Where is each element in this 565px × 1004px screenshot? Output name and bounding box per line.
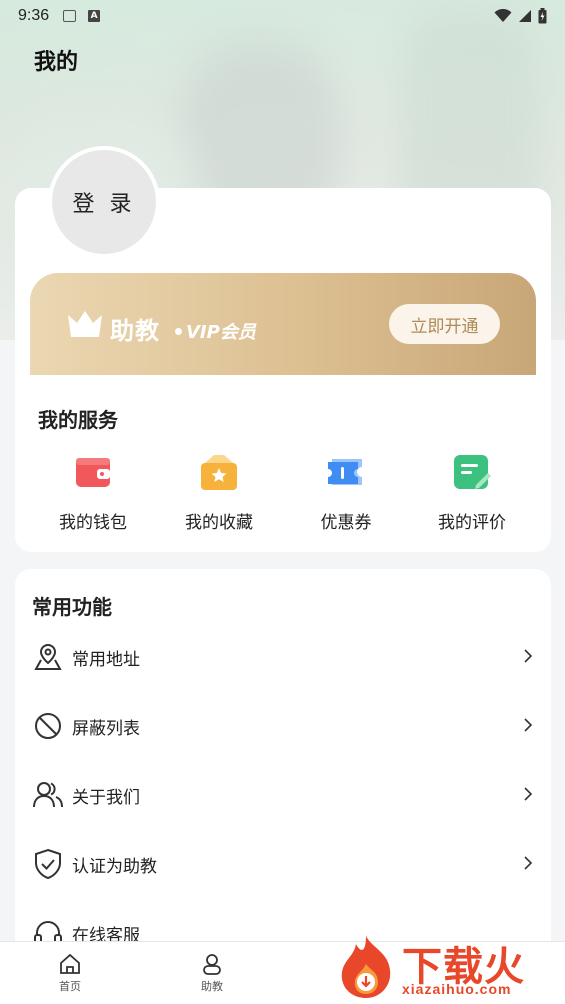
- service-collection[interactable]: 我的收藏: [169, 450, 269, 533]
- nav-label: 助教: [201, 980, 223, 993]
- flame-logo-icon: [341, 936, 391, 998]
- vip-dot: [175, 328, 182, 335]
- location-icon: [32, 641, 64, 673]
- service-wallet[interactable]: 我的钱包: [43, 450, 143, 533]
- service-label: 我的收藏: [185, 513, 253, 533]
- vip-member-label: VIP会员: [186, 322, 256, 343]
- function-row-block-list[interactable]: 屏蔽列表: [15, 696, 551, 756]
- crown-icon: [68, 311, 102, 337]
- function-row-about-us[interactable]: 关于我们: [15, 765, 551, 825]
- service-label: 我的钱包: [59, 513, 127, 533]
- shield-check-icon: [32, 848, 64, 880]
- chevron-right-icon: [523, 648, 533, 667]
- review-icon: [454, 455, 491, 489]
- nav-home[interactable]: 首页: [40, 952, 100, 994]
- chevron-right-icon: [523, 717, 533, 736]
- status-bar: 9:36 A: [0, 0, 565, 32]
- collection-icon: [201, 455, 237, 490]
- services-title: 我的服务: [38, 408, 118, 432]
- open-vip-button[interactable]: 立即开通: [389, 304, 500, 344]
- login-avatar-button[interactable]: 登 录: [48, 146, 160, 258]
- home-icon: [40, 952, 100, 976]
- function-row-certify[interactable]: 认证为助教: [15, 834, 551, 894]
- nav-assistant[interactable]: 助教: [182, 952, 242, 994]
- notification-icon: A: [88, 10, 101, 22]
- sim-card-icon: [63, 10, 77, 22]
- service-coupon[interactable]: 优惠券: [296, 450, 396, 533]
- functions-title: 常用功能: [32, 595, 112, 619]
- watermark: 下载火 xiazaihuo.com: [336, 928, 565, 1004]
- function-label: 屏蔽列表: [72, 718, 140, 739]
- function-label: 关于我们: [72, 787, 140, 808]
- block-icon: [32, 710, 64, 742]
- chevron-right-icon: [523, 786, 533, 805]
- service-label: 我的评价: [438, 513, 506, 533]
- wallet-icon: [76, 458, 110, 487]
- nav-label: 首页: [59, 980, 81, 993]
- chevron-right-icon: [523, 855, 533, 874]
- watermark-url: xiazaihuo.com: [402, 981, 512, 997]
- assistant-icon: [182, 952, 242, 976]
- coupon-icon: [328, 459, 362, 485]
- function-row-address[interactable]: 常用地址: [15, 627, 551, 687]
- wifi-icon: [494, 9, 512, 22]
- page-title: 我的: [34, 50, 79, 75]
- function-label: 常用地址: [72, 649, 140, 670]
- users-icon: [32, 779, 64, 811]
- function-label: 认证为助教: [72, 856, 157, 877]
- service-label: 优惠券: [320, 513, 372, 533]
- vip-brand: 助教: [110, 317, 160, 345]
- status-time: 9:36: [18, 7, 50, 24]
- vip-banner[interactable]: 助教 VIP会员 立即开通: [30, 273, 536, 375]
- battery-icon: [538, 8, 547, 24]
- signal-icon: [519, 10, 531, 22]
- service-review[interactable]: 我的评价: [422, 450, 522, 533]
